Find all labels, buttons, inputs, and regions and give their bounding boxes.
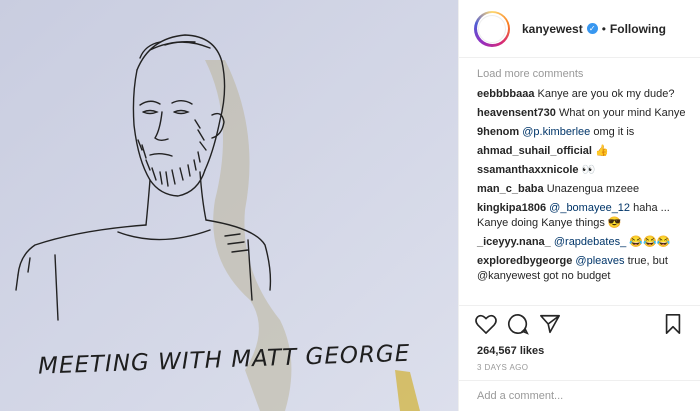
post-header: kanyewest ✓ • Following <box>459 0 700 58</box>
comment-text: What on your mind Kanye <box>558 107 686 119</box>
comment-emoji: 👀 <box>581 164 596 176</box>
comment-mention-link[interactable]: @_bomayee_12 <box>549 202 630 214</box>
comment-username-link[interactable]: ssamanthaxxnicole <box>477 164 579 176</box>
username-link[interactable]: kanyewest <box>522 22 583 36</box>
comment-username-link[interactable]: ahmad_suhail_official <box>477 145 592 157</box>
post-sidebar: kanyewest ✓ • Following Load more commen… <box>458 0 700 411</box>
comment-username-link[interactable]: kingkipa1806 <box>477 202 546 214</box>
comment-item: ssamanthaxxnicole 👀 <box>477 163 688 178</box>
add-comment-input[interactable]: Add a comment... <box>459 380 700 411</box>
comment-item: kingkipa1806 @_bomayee_12 haha ... Kanye… <box>477 201 688 231</box>
action-bar <box>459 305 700 341</box>
comment-username-link[interactable]: _iceyyy.nana_ <box>477 236 551 248</box>
heart-icon[interactable] <box>473 311 499 337</box>
instagram-post-view: MEETING WITH MATT GEORGE kanyewest ✓ • F… <box>0 0 700 411</box>
comment-username-link[interactable]: exploredbygeorge <box>477 255 572 267</box>
paper-plane-icon[interactable] <box>537 311 563 337</box>
comment-item: heavensent730 What on your mind Kanye <box>477 106 688 121</box>
load-more-comments-link[interactable]: Load more comments <box>477 67 688 82</box>
comment-item: eebbbbaaa Kanye are you ok my dude? <box>477 87 688 102</box>
post-timestamp: 3 DAYS AGO <box>477 363 529 372</box>
comment-item: man_c_baba Unazengua mzeee <box>477 182 688 197</box>
comment-item: 9henom @p.kimberlee omg it is <box>477 125 688 140</box>
post-image[interactable]: MEETING WITH MATT GEORGE <box>0 0 458 411</box>
comment-emoji: 😂😂😂 <box>629 236 671 248</box>
comment-text: omg it is <box>593 126 635 138</box>
bookmark-icon[interactable] <box>660 311 686 337</box>
verified-badge-icon: ✓ <box>586 23 598 34</box>
comment-text: Unazengua mzeee <box>546 183 640 195</box>
comment-mention-link[interactable]: @rapdebates_ <box>554 236 626 248</box>
likes-count[interactable]: 264,567 likes <box>459 341 700 357</box>
separator-dot: • <box>601 21 606 36</box>
comment-mention-link[interactable]: @pleaves <box>575 255 624 267</box>
speech-bubble-icon[interactable] <box>505 311 531 337</box>
comment-text: Kanye are you ok my dude? <box>537 88 675 100</box>
comment-emoji: 👍 <box>595 145 609 157</box>
sketch-drawing: MEETING WITH MATT GEORGE <box>0 0 458 411</box>
comment-username-link[interactable]: 9henom <box>477 126 519 138</box>
comment-emoji: 😎 <box>607 217 622 229</box>
avatar[interactable] <box>474 10 510 47</box>
comment-username-link[interactable]: eebbbbaaa <box>477 88 534 100</box>
comments-list[interactable]: Load more comments eebbbbaaa Kanye are y… <box>459 58 700 305</box>
comment-username-link[interactable]: man_c_baba <box>477 183 544 195</box>
comment-mention-link[interactable]: @p.kimberlee <box>522 126 590 138</box>
following-button[interactable]: Following <box>610 22 666 36</box>
comment-item: ahmad_suhail_official 👍 <box>477 144 688 159</box>
comment-item: exploredbygeorge @pleaves true, but @kan… <box>477 254 688 284</box>
comment-item: _iceyyy.nana_ @rapdebates_ 😂😂😂 <box>477 235 688 250</box>
comment-username-link[interactable]: heavensent730 <box>477 107 556 119</box>
